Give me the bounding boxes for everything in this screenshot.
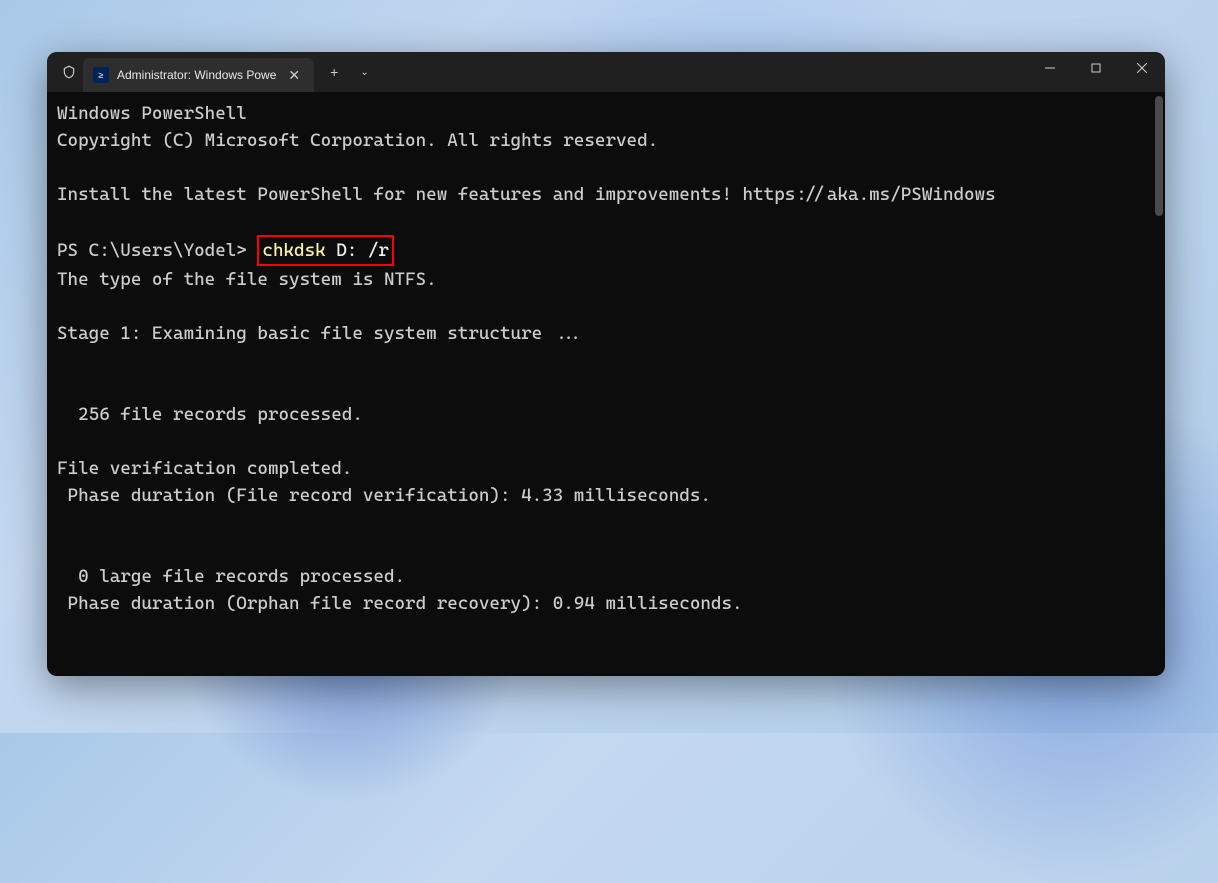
output-line: Stage 1: Examining basic file system str… bbox=[57, 323, 584, 344]
output-line: Phase duration (Orphan file record recov… bbox=[57, 593, 743, 614]
new-tab-button[interactable]: + bbox=[320, 60, 348, 84]
tab-active[interactable]: ≥ Administrator: Windows Powe ✕ bbox=[83, 58, 314, 92]
output-line: 256 file records processed. bbox=[57, 404, 363, 425]
close-window-button[interactable] bbox=[1119, 52, 1165, 84]
output-line: Phase duration (File record verification… bbox=[57, 485, 711, 506]
terminal-output[interactable]: Windows PowerShell Copyright (C) Microso… bbox=[47, 92, 1165, 676]
command-args: D: /r bbox=[326, 240, 389, 261]
tab-dropdown-button[interactable]: ⌄ bbox=[350, 63, 378, 82]
highlighted-command: chkdsk D: /r bbox=[257, 235, 394, 266]
output-line: File verification completed. bbox=[57, 458, 352, 479]
command-name: chkdsk bbox=[262, 240, 325, 261]
output-line: 0 large file records processed. bbox=[57, 566, 405, 587]
terminal-window: ≥ Administrator: Windows Powe ✕ + ⌄ Wind… bbox=[47, 52, 1165, 676]
powershell-icon: ≥ bbox=[93, 67, 109, 83]
output-line: Copyright (C) Microsoft Corporation. All… bbox=[57, 130, 658, 151]
scrollbar-thumb[interactable] bbox=[1155, 96, 1163, 216]
shield-icon bbox=[61, 64, 77, 80]
window-controls bbox=[1027, 52, 1165, 84]
output-line: Install the latest PowerShell for new fe… bbox=[57, 184, 996, 205]
minimize-button[interactable] bbox=[1027, 52, 1073, 84]
tab-title: Administrator: Windows Powe bbox=[117, 68, 276, 82]
output-line: Windows PowerShell bbox=[57, 103, 247, 124]
prompt: PS C:\Users\Yodel> bbox=[57, 240, 257, 261]
output-line: The type of the file system is NTFS. bbox=[57, 269, 437, 290]
close-tab-button[interactable]: ✕ bbox=[284, 65, 304, 86]
maximize-button[interactable] bbox=[1073, 52, 1119, 84]
titlebar[interactable]: ≥ Administrator: Windows Powe ✕ + ⌄ bbox=[47, 52, 1165, 92]
